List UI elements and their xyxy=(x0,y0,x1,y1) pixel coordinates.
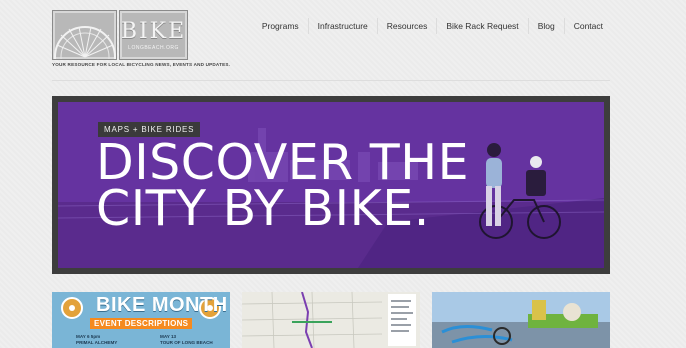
site-logo[interactable]: BIKE LONGBEACH.ORG xyxy=(52,10,188,60)
bike-wheel-logo-icon xyxy=(52,10,118,60)
main-nav: Programs Infrastructure Resources Bike R… xyxy=(253,18,612,34)
cyclist-photo-icon xyxy=(479,143,561,239)
logo-wordmark-text: BIKE xyxy=(120,19,187,44)
hero-title: DISCOVER THE CITY BY BIKE. xyxy=(96,138,469,233)
bike-map-thumbnail[interactable] xyxy=(242,292,420,348)
nav-item-infrastructure[interactable]: Infrastructure xyxy=(307,18,377,34)
bike-share-photo xyxy=(432,292,610,348)
bike-month-thumbnail[interactable]: BIKE MONTH EVENT DESCRIPTIONS MAY 6 5pm … xyxy=(52,292,230,348)
hero-title-line2: CITY BY BIKE. xyxy=(96,180,430,237)
header-divider xyxy=(52,80,610,81)
nav-item-resources[interactable]: Resources xyxy=(376,18,437,34)
bike-month-event-2: MAY 13 TOUR OF LONG BEACH xyxy=(160,334,213,346)
nav-item-bike-rack-request[interactable]: Bike Rack Request xyxy=(436,18,527,34)
site-tagline: YOUR RESOURCE FOR LOCAL BICYCLING NEWS, … xyxy=(52,62,231,67)
hero-banner[interactable]: MAPS + BIKE RIDES DISCOVER THE CITY BY B… xyxy=(52,96,610,274)
event-1-name: PRIMAL ALCHEMY xyxy=(76,340,118,345)
site-header: BIKE LONGBEACH.ORG YOUR RESOURCE FOR LOC… xyxy=(0,0,686,80)
map-image xyxy=(242,292,420,348)
bike-month-subtitle: EVENT DESCRIPTIONS xyxy=(90,318,193,329)
bike-share-thumbnail[interactable] xyxy=(432,292,610,348)
bike-month-event-1: MAY 6 5pm PRIMAL ALCHEMY xyxy=(76,334,117,346)
event-2-name: TOUR OF LONG BEACH xyxy=(160,340,213,345)
nav-item-contact[interactable]: Contact xyxy=(563,18,612,34)
nav-item-blog[interactable]: Blog xyxy=(527,18,564,34)
logo-subtext: LONGBEACH.ORG xyxy=(128,45,179,51)
feature-thumbnails: BIKE MONTH EVENT DESCRIPTIONS MAY 6 5pm … xyxy=(52,292,610,348)
nav-item-programs[interactable]: Programs xyxy=(253,18,308,34)
hero-image: MAPS + BIKE RIDES DISCOVER THE CITY BY B… xyxy=(58,102,604,268)
logo-wordmark: BIKE LONGBEACH.ORG xyxy=(119,10,188,60)
bike-month-title: BIKE MONTH xyxy=(96,294,228,316)
